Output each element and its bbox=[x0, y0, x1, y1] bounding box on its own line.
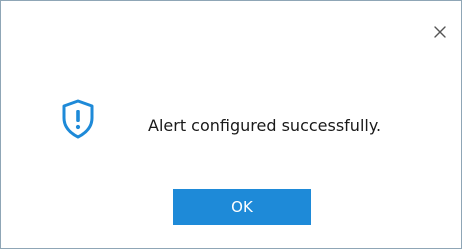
close-icon bbox=[434, 26, 446, 38]
ok-button[interactable]: OK bbox=[173, 189, 311, 225]
shield-exclamation-icon bbox=[61, 99, 95, 139]
dialog-message: Alert configured successfully. bbox=[148, 116, 382, 135]
close-button[interactable] bbox=[427, 19, 453, 45]
alert-dialog: Alert configured successfully. OK bbox=[0, 0, 462, 249]
